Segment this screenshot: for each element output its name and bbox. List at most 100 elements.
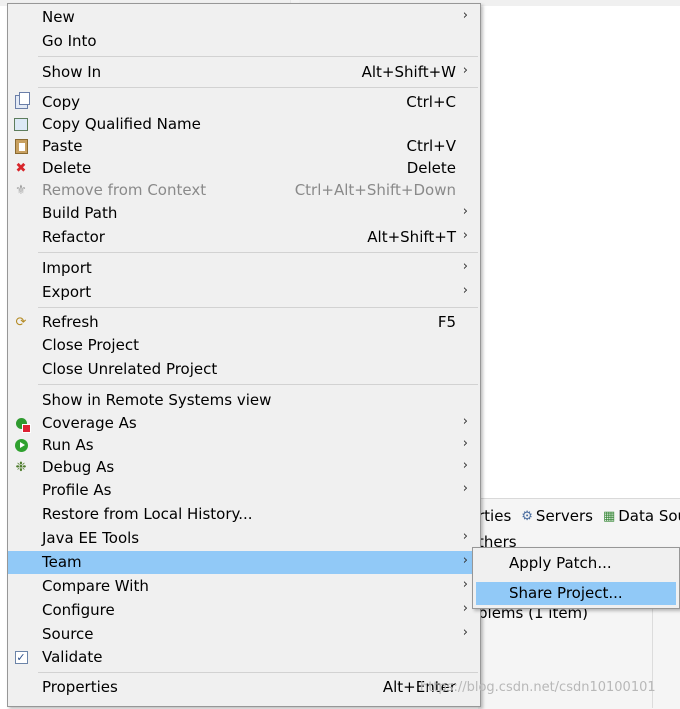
menu-item-label: Coverage As [42,414,137,432]
menu-separator [38,252,478,253]
menu-separator [38,56,478,57]
menu-item-shortcut: Delete [406,159,456,177]
menu-item-label: Team [42,553,82,571]
menu-item-label: Go Into [42,32,97,50]
menu-item-profile-as[interactable]: Profile As › [8,479,480,502]
menu-item-show-in[interactable]: Show In Alt+Shift+W › [8,61,480,84]
menu-item-copy-qualified-name[interactable]: Copy Qualified Name [8,113,480,136]
menu-item-close-unrelated-project[interactable]: Close Unrelated Project [8,358,480,381]
menu-item-shortcut: Alt+Shift+T [367,228,456,246]
menu-item-shortcut: F5 [437,313,456,331]
chevron-right-icon: › [462,553,468,568]
chevron-right-icon: › [462,204,468,219]
menu-item-label: Build Path [42,204,118,222]
menu-item-label: Compare With [42,577,149,595]
menu-item-java-ee-tools[interactable]: Java EE Tools › [8,527,480,550]
coverage-icon [13,415,31,433]
menu-separator [38,672,478,673]
chevron-right-icon: › [462,228,468,243]
data-source-tab-label: Data Sou [618,507,680,525]
delete-icon: ✖ [15,160,27,176]
chevron-right-icon: › [462,481,468,496]
submenu-item-label: Share Project... [509,584,623,602]
paste-icon [13,138,29,154]
submenu-item-share-project[interactable]: Share Project... [476,582,676,605]
menu-separator [38,307,478,308]
run-icon [13,437,29,453]
menu-item-label: Copy [42,93,81,111]
menu-item-label: Close Project [42,336,139,354]
menu-item-paste[interactable]: Paste Ctrl+V [8,135,480,158]
menu-item-import[interactable]: Import › [8,257,480,280]
menu-item-source[interactable]: Source › [8,623,480,646]
menu-item-label: Close Unrelated Project [42,360,218,378]
menu-item-label: Show In [42,63,102,81]
menu-item-shortcut: Alt+Shift+W [361,63,456,81]
menu-item-validate[interactable]: ✓ Validate [8,646,480,669]
menu-item-label: Refactor [42,228,105,246]
menu-item-label: Refresh [42,313,99,331]
menu-separator [38,384,478,385]
menu-item-label: Import [42,259,92,277]
menu-item-copy[interactable]: Copy Ctrl+C [8,91,480,114]
menu-item-remove-from-context: ⚜ Remove from Context Ctrl+Alt+Shift+Dow… [8,179,480,202]
menu-item-close-project[interactable]: Close Project [8,334,480,357]
menu-item-team[interactable]: Team › [8,551,480,574]
chevron-right-icon: › [462,529,468,544]
chevron-right-icon: › [462,436,468,451]
chevron-right-icon: › [462,458,468,473]
menu-item-label: Java EE Tools [42,529,140,547]
menu-item-label: Configure [42,601,115,619]
data-source-tab[interactable]: ▦Data Sou [603,507,680,525]
menu-item-label: Debug As [42,458,115,476]
menu-item-label: Run As [42,436,94,454]
servers-tab-label: Servers [535,507,593,525]
refresh-icon: ⟳ [15,314,27,330]
chevron-right-icon: › [462,414,468,429]
menu-item-configure[interactable]: Configure › [8,599,480,622]
menu-item-new[interactable]: New › [8,6,480,29]
menu-item-label: Copy Qualified Name [42,115,201,133]
menu-item-coverage-as[interactable]: Coverage As › [8,412,480,435]
servers-tab[interactable]: ⚙ Servers [521,507,593,525]
menu-item-label: Remove from Context [42,181,207,199]
chevron-right-icon: › [462,283,468,298]
menu-item-label: Profile As [42,481,112,499]
menu-item-run-as[interactable]: Run As › [8,434,480,457]
menu-item-refactor[interactable]: Refactor Alt+Shift+T › [8,226,480,249]
copy-qualified-name-icon [13,116,29,132]
chevron-right-icon: › [462,625,468,640]
menu-item-debug-as[interactable]: ❉ Debug As › [8,456,480,479]
submenu-item-apply-patch[interactable]: Apply Patch... [476,552,676,575]
servers-icon: ⚙ [521,508,533,524]
menu-item-show-in-remote-systems-view[interactable]: Show in Remote Systems view [8,389,480,412]
menu-item-label: Source [42,625,94,643]
menu-item-label: Properties [42,678,118,696]
menu-item-label: Show in Remote Systems view [42,391,272,409]
menu-item-label: New [42,8,75,26]
copy-icon [13,92,30,110]
menu-item-label: Paste [42,137,83,155]
chevron-right-icon: › [462,63,468,78]
menu-item-shortcut: Ctrl+C [406,93,456,111]
properties-tab-label: rties [478,507,512,525]
menu-item-label: Export [42,283,92,301]
chevron-right-icon: › [462,259,468,274]
menu-item-properties[interactable]: Properties Alt+Enter [8,676,480,699]
properties-tab[interactable]: rties [478,507,511,525]
bottom-views-tabbar: rties ⚙Servers ▦Data Sou [478,505,680,527]
submenu-item-label: Apply Patch... [509,554,612,572]
menu-item-label: Validate [42,648,103,666]
menu-item-compare-with[interactable]: Compare With › [8,575,480,598]
project-context-menu: New › Go Into Show In Alt+Shift+W › Copy… [7,3,481,707]
remove-from-context-icon: ⚜ [15,182,27,198]
menu-separator [38,87,478,88]
menu-item-export[interactable]: Export › [8,281,480,304]
menu-item-build-path[interactable]: Build Path › [8,202,480,225]
validate-checkbox-icon: ✓ [14,650,28,664]
menu-item-restore-from-local-history[interactable]: Restore from Local History... [8,503,480,526]
menu-item-delete[interactable]: ✖ Delete Delete [8,157,480,180]
watermark: https://blog.csdn.net/csdn10100101 [420,680,656,695]
menu-item-go-into[interactable]: Go Into [8,30,480,53]
menu-item-refresh[interactable]: ⟳ Refresh F5 [8,311,480,334]
